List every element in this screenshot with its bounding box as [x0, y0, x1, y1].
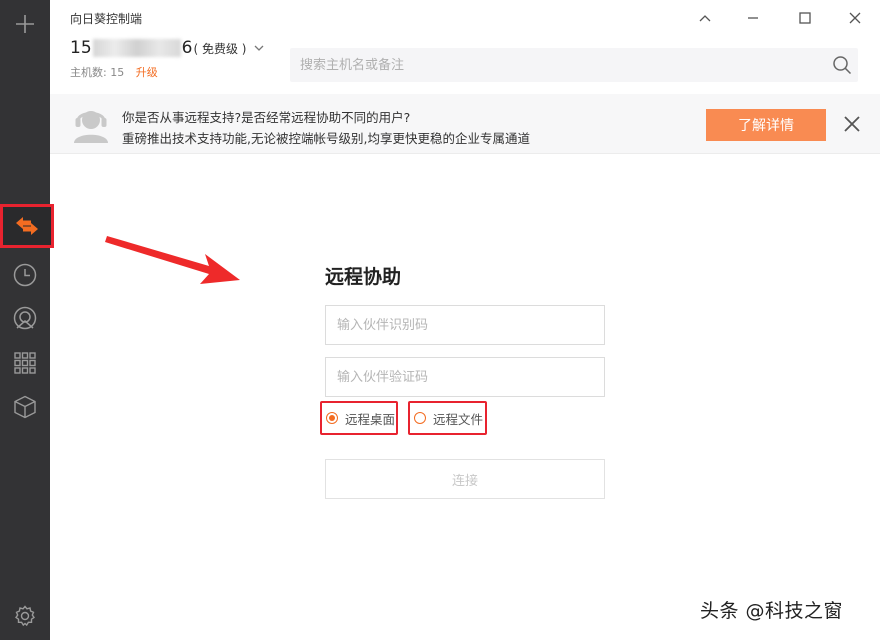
- redacted-mask: [92, 39, 181, 57]
- sidebar-item-history[interactable]: [0, 255, 50, 295]
- connect-button[interactable]: 连接: [325, 459, 605, 499]
- settings-button[interactable]: [0, 596, 50, 636]
- clock-icon: [13, 263, 37, 287]
- close-icon: [844, 116, 860, 132]
- sidebar: [0, 0, 54, 640]
- app-title: 向日葵控制端: [70, 12, 143, 26]
- sidebar-item-discover[interactable]: [0, 299, 50, 339]
- host-count: 主机数: 15 升级: [70, 64, 158, 80]
- search-button[interactable]: [832, 55, 852, 79]
- watermark: 头条 @科技之窗: [700, 600, 844, 622]
- sidebar-item-remote-assist[interactable]: [0, 204, 54, 248]
- account-selector[interactable]: 15 6 ( 免费级 ): [70, 38, 264, 58]
- account-info: 15 6 ( 免费级 ) 主机数: 15 升级: [70, 36, 290, 86]
- radio-unselected[interactable]: [414, 412, 426, 424]
- sidebar-item-apps[interactable]: [0, 343, 50, 383]
- discover-icon: [13, 306, 37, 330]
- collapse-button[interactable]: [690, 6, 720, 30]
- close-banner-button[interactable]: [842, 114, 862, 138]
- account-number-suffix: 6: [181, 38, 193, 58]
- option-label: 远程文件: [433, 411, 484, 427]
- minimize-icon: [748, 17, 758, 19]
- host-count-value: 15: [110, 66, 125, 79]
- search-box: [290, 48, 858, 82]
- chevron-down-icon: [255, 45, 264, 51]
- banner-line-1: 你是否从事远程支持?是否经常远程协助不同的用户?: [122, 110, 411, 125]
- cube-icon: [14, 395, 36, 419]
- remote-assist-icon: [16, 217, 38, 235]
- partner-id-input[interactable]: [325, 305, 605, 345]
- chevron-up-icon: [699, 15, 711, 22]
- minimize-button[interactable]: [738, 6, 768, 30]
- partner-code-input[interactable]: [325, 357, 605, 397]
- learn-more-button[interactable]: 了解详情: [706, 109, 826, 141]
- account-number-prefix: 15: [70, 38, 92, 58]
- option-label: 远程桌面: [345, 411, 396, 427]
- sidebar-item-solutions[interactable]: [0, 387, 50, 427]
- maximize-button[interactable]: [790, 6, 820, 30]
- page-title: 远程协助: [325, 266, 402, 288]
- close-window-button[interactable]: [840, 6, 870, 30]
- maximize-icon: [799, 12, 811, 24]
- banner-line-2: 重磅推出技术支持功能,无论被控端帐号级别,均享更快更稳的企业专属通道: [122, 131, 530, 146]
- search-input[interactable]: [290, 48, 820, 82]
- option-remote-file[interactable]: 远程文件: [408, 401, 487, 435]
- gear-icon: [15, 605, 35, 627]
- close-icon: [849, 12, 861, 24]
- promo-banner: 你是否从事远程支持?是否经常远程协助不同的用户? 重磅推出技术支持功能,无论被控…: [50, 94, 880, 154]
- grid-apps-icon: [14, 352, 36, 374]
- plus-icon: [16, 15, 34, 33]
- option-remote-desktop[interactable]: 远程桌面: [320, 401, 398, 435]
- host-count-label: 主机数:: [70, 66, 107, 79]
- account-tier: ( 免费级 ): [193, 41, 247, 56]
- search-icon: [833, 56, 852, 75]
- annotation-arrow-icon: [105, 236, 240, 284]
- add-button[interactable]: [0, 4, 50, 44]
- title-bar: 向日葵控制端: [50, 0, 880, 36]
- support-agent-icon: [74, 111, 108, 143]
- radio-selected[interactable]: [326, 412, 338, 424]
- upgrade-link[interactable]: 升级: [136, 66, 158, 79]
